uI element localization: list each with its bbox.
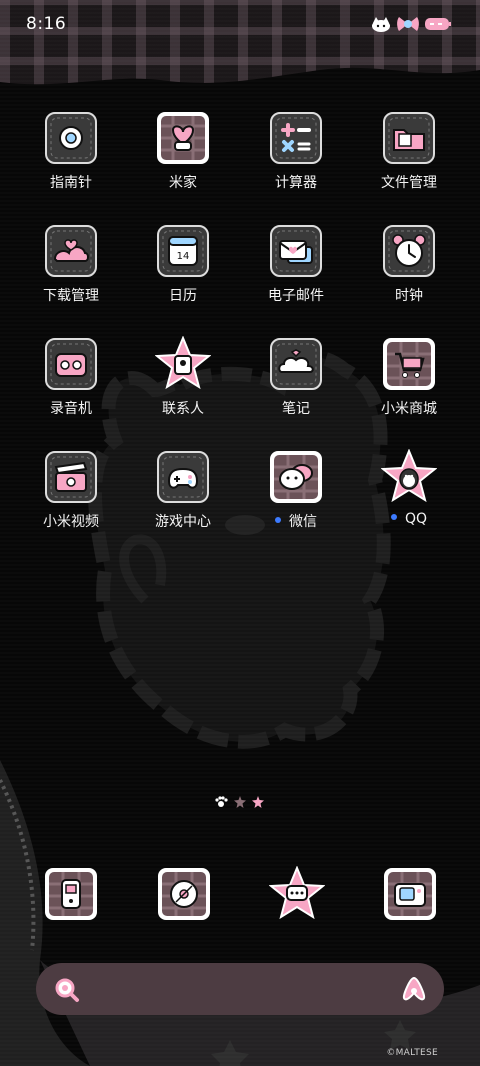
app-file-manager[interactable]: 文件管理 bbox=[354, 110, 464, 192]
alarm-clock-icon bbox=[383, 225, 435, 277]
status-bar: 8:16 bbox=[0, 0, 480, 50]
qq-penguin-icon bbox=[381, 449, 437, 503]
app-email[interactable]: 电子邮件 bbox=[241, 223, 351, 305]
wechat-icon bbox=[270, 451, 322, 503]
app-wechat[interactable]: 微信 bbox=[241, 449, 351, 531]
page-indicator-current-paw-icon[interactable] bbox=[214, 796, 228, 808]
camera-icon[interactable] bbox=[382, 866, 438, 922]
compass-icon bbox=[45, 112, 97, 164]
app-notes[interactable]: 笔记 bbox=[241, 336, 351, 418]
app-label: 电子邮件 bbox=[268, 288, 324, 304]
page-indicator-star-icon[interactable] bbox=[252, 796, 264, 808]
assistant-icon[interactable] bbox=[400, 975, 428, 1003]
home-heart-icon bbox=[157, 112, 209, 164]
app-label: 文件管理 bbox=[381, 175, 437, 191]
phone-icon[interactable] bbox=[43, 866, 99, 922]
recorder-icon bbox=[45, 338, 97, 390]
app-qq[interactable]: QQ bbox=[354, 449, 464, 527]
app-label: 微信 bbox=[241, 511, 351, 531]
calendar-day-number: 14 bbox=[177, 251, 190, 262]
bow-sticker-icon bbox=[397, 17, 419, 31]
app-clock[interactable]: 时钟 bbox=[354, 223, 464, 305]
page-indicator-star-icon[interactable] bbox=[234, 796, 246, 808]
notes-cloud-icon bbox=[270, 338, 322, 390]
app-contacts[interactable]: 联系人 bbox=[128, 336, 238, 418]
app-label: 米家 bbox=[169, 175, 197, 191]
calculator-icon bbox=[270, 112, 322, 164]
music-icon[interactable] bbox=[156, 866, 212, 922]
page-indicator bbox=[214, 796, 264, 808]
app-downloads[interactable]: 下载管理 bbox=[16, 223, 126, 305]
watermark: ©MALTESE bbox=[386, 1048, 438, 1058]
app-compass[interactable]: 指南针 bbox=[16, 110, 126, 192]
download-icon bbox=[45, 225, 97, 277]
app-game-center[interactable]: 游戏中心 bbox=[128, 449, 238, 531]
app-label: QQ bbox=[354, 511, 464, 527]
app-label: 游戏中心 bbox=[155, 514, 211, 530]
notification-dot bbox=[275, 517, 281, 523]
app-label: 联系人 bbox=[162, 401, 204, 417]
clapperboard-icon bbox=[45, 451, 97, 503]
folder-icon bbox=[383, 112, 435, 164]
battery-sticker-icon bbox=[425, 18, 451, 30]
app-label: 笔记 bbox=[282, 401, 310, 417]
envelope-icon bbox=[270, 225, 322, 277]
shopping-cart-icon bbox=[383, 338, 435, 390]
app-mi-store[interactable]: 小米商城 bbox=[354, 336, 464, 418]
app-label: 小米商城 bbox=[381, 401, 437, 417]
app-calendar[interactable]: 14 日历 bbox=[128, 223, 238, 305]
calendar-icon: 14 bbox=[157, 225, 209, 277]
contacts-star-icon bbox=[155, 336, 211, 390]
app-label: 计算器 bbox=[275, 175, 317, 191]
app-calculator[interactable]: 计算器 bbox=[241, 110, 351, 192]
app-label: 日历 bbox=[169, 288, 197, 304]
app-mijia[interactable]: 米家 bbox=[128, 110, 238, 192]
app-recorder[interactable]: 录音机 bbox=[16, 336, 126, 418]
notification-dot bbox=[390, 514, 397, 520]
status-time: 8:16 bbox=[26, 14, 67, 34]
messages-icon[interactable] bbox=[269, 866, 325, 922]
search-icon[interactable] bbox=[54, 977, 80, 1003]
app-label: 时钟 bbox=[395, 288, 423, 304]
search-bar[interactable] bbox=[36, 963, 444, 1015]
game-controller-icon bbox=[157, 451, 209, 503]
status-icons bbox=[370, 14, 452, 34]
app-mi-video[interactable]: 小米视频 bbox=[16, 449, 126, 531]
app-label: 下载管理 bbox=[43, 288, 99, 304]
cat-sticker-icon bbox=[372, 17, 390, 32]
app-label: 录音机 bbox=[50, 401, 92, 417]
app-label: 小米视频 bbox=[43, 514, 99, 530]
app-label: 指南针 bbox=[50, 175, 92, 191]
